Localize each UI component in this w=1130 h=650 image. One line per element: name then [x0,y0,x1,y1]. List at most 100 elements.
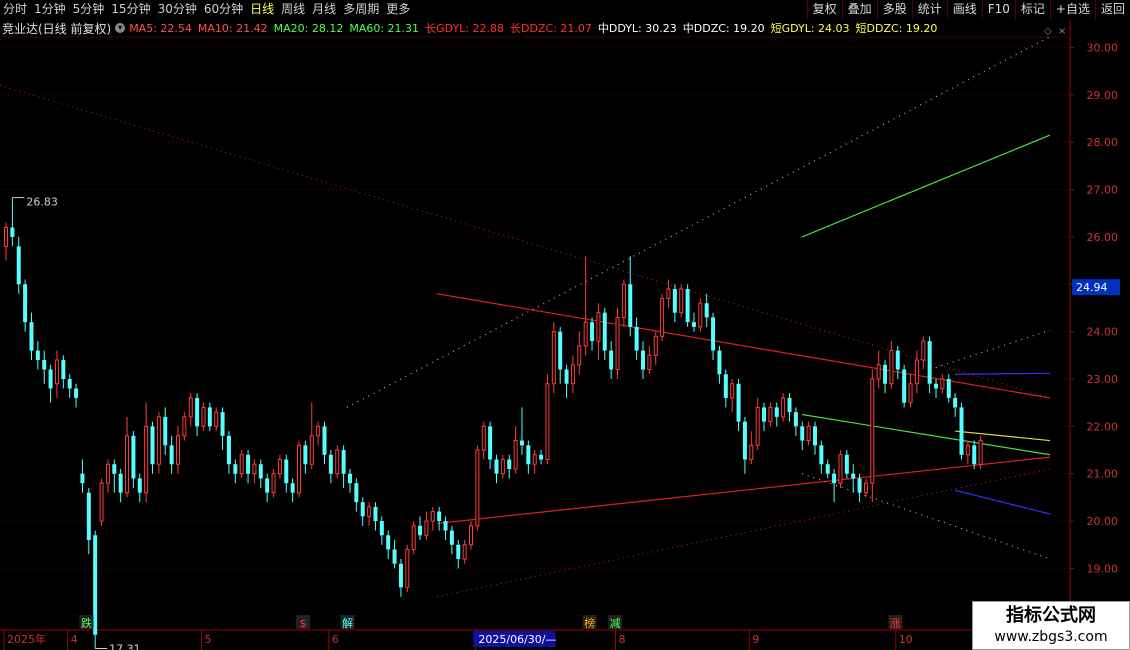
candle-body-down[interactable] [793,412,798,427]
candle-body-down[interactable] [711,317,716,351]
marker-badge[interactable]: 跌 [81,616,92,630]
candle-body-down[interactable] [437,511,442,522]
candle-body-down[interactable] [494,459,499,474]
candle-body-down[interactable] [163,416,168,446]
candle-body-up[interactable] [730,383,735,399]
candle-body-up[interactable] [462,544,467,560]
candle-body-up[interactable] [182,416,187,437]
candle-body-down[interactable] [220,412,225,436]
candle-body-down[interactable] [704,303,709,318]
candle-body-up[interactable] [513,440,518,470]
candle-body-up[interactable] [698,302,703,328]
candle-body-down[interactable] [360,502,365,517]
candle-body-down[interactable] [774,407,779,417]
tab-period-9[interactable]: 多周期 [340,0,383,19]
tab-period-1[interactable]: 1分钟 [31,0,70,19]
candle-body-down[interactable] [74,388,79,398]
candle-body-down[interactable] [851,473,856,479]
candle-body-down[interactable] [602,312,607,351]
candle-body-down[interactable] [23,284,28,323]
candle-body-up[interactable] [755,406,760,446]
candle-body-down[interactable] [150,426,155,465]
candle-body-up[interactable] [870,378,875,484]
marker-badge[interactable]: 榜 [584,616,595,630]
toolbar-button-0[interactable]: 复权 [806,0,842,19]
candle-body-down[interactable] [207,407,212,427]
candle-body-up[interactable] [940,378,945,389]
candle-body-down[interactable] [456,544,461,559]
candle-body-up[interactable] [105,463,110,484]
candle-body-up[interactable] [156,416,161,465]
toolbar-button-8[interactable]: 返回 [1094,0,1130,19]
candle-body-down[interactable] [112,464,117,474]
candle-body-down[interactable] [290,483,295,493]
candle-body-down[interactable] [10,227,15,237]
dropdown-icon[interactable]: ▾ [115,23,126,33]
candle-body-up[interactable] [469,525,474,546]
candle-body-up[interactable] [424,520,429,536]
candle-body-up[interactable] [4,226,8,247]
toolbar-button-6[interactable]: 标记 [1014,0,1050,19]
candle-body-down[interactable] [93,535,98,635]
candle-body-up[interactable] [545,383,550,461]
candle-body-down[interactable] [800,426,805,441]
marker-badge[interactable]: $ [300,617,307,630]
diamond-icon[interactable]: ◇ [1044,26,1052,37]
candle-body-down[interactable] [946,378,951,398]
candle-body-down[interactable] [972,445,977,465]
candle-body-down[interactable] [265,478,270,493]
candle-body-down[interactable] [953,397,958,408]
candle-body-down[interactable] [934,383,939,389]
candle-body-down[interactable] [519,440,524,446]
candle-body-up[interactable] [500,459,505,475]
candle-body-down[interactable] [392,549,397,564]
candle-body-up[interactable] [666,288,671,299]
candle-body-down[interactable] [328,454,333,474]
candle-body-up[interactable] [405,548,410,588]
close-icon[interactable]: × [1058,26,1066,37]
candle-body-down[interactable] [672,289,677,313]
marker-badge[interactable]: 解 [342,616,353,630]
stock-name[interactable]: 竞业达(日线 前复权) [2,20,111,37]
candle-body-up[interactable] [54,359,59,385]
candle-body-down[interactable] [883,364,888,384]
toolbar-button-1[interactable]: 叠加 [841,0,877,19]
candle-body-down[interactable] [691,322,696,327]
candle-body-down[interactable] [449,530,454,545]
candle-body-up[interactable] [838,454,843,484]
candle-body-up[interactable] [863,482,868,494]
candle-body-up[interactable] [188,397,193,418]
candle-body-up[interactable] [965,444,970,456]
candle-body-down[interactable] [959,407,964,455]
candle-body-down[interactable] [169,445,174,465]
candle-body-down[interactable] [418,525,423,536]
candle-body-down[interactable] [386,535,391,550]
candle-body-up[interactable] [647,354,652,371]
candle-body-down[interactable] [86,492,91,541]
candle-body-up[interactable] [768,406,773,423]
candle-body-up[interactable] [252,463,257,475]
candle-body-up[interactable] [316,425,321,437]
tab-period-2[interactable]: 5分钟 [70,0,109,19]
tab-period-6[interactable]: 日线 [247,0,278,19]
candle-body-down[interactable] [195,397,200,427]
candle-body-down[interactable] [226,435,231,465]
candle-body-down[interactable] [42,360,47,370]
candle-body-up[interactable] [367,506,372,517]
toolbar-button-5[interactable]: F10 [981,0,1015,19]
candle-body-down[interactable] [628,284,633,327]
candle-body-down[interactable] [736,383,741,422]
candle-body-down[interactable] [902,369,907,403]
toolbar-button-4[interactable]: 画线 [946,0,982,19]
candle-body-down[interactable] [539,454,544,460]
candle-body-up[interactable] [430,511,435,522]
candle-body-down[interactable] [322,426,327,455]
candle-body-down[interactable] [379,521,384,536]
candle-body-down[interactable] [246,454,251,474]
toolbar-button-7[interactable]: +自选 [1049,0,1095,19]
candle-body-down[interactable] [895,350,900,370]
candle-body-down[interactable] [67,378,72,389]
candle-body-down[interactable] [443,521,448,531]
candle-body-up[interactable] [908,383,913,404]
candle-body-down[interactable] [685,289,690,323]
